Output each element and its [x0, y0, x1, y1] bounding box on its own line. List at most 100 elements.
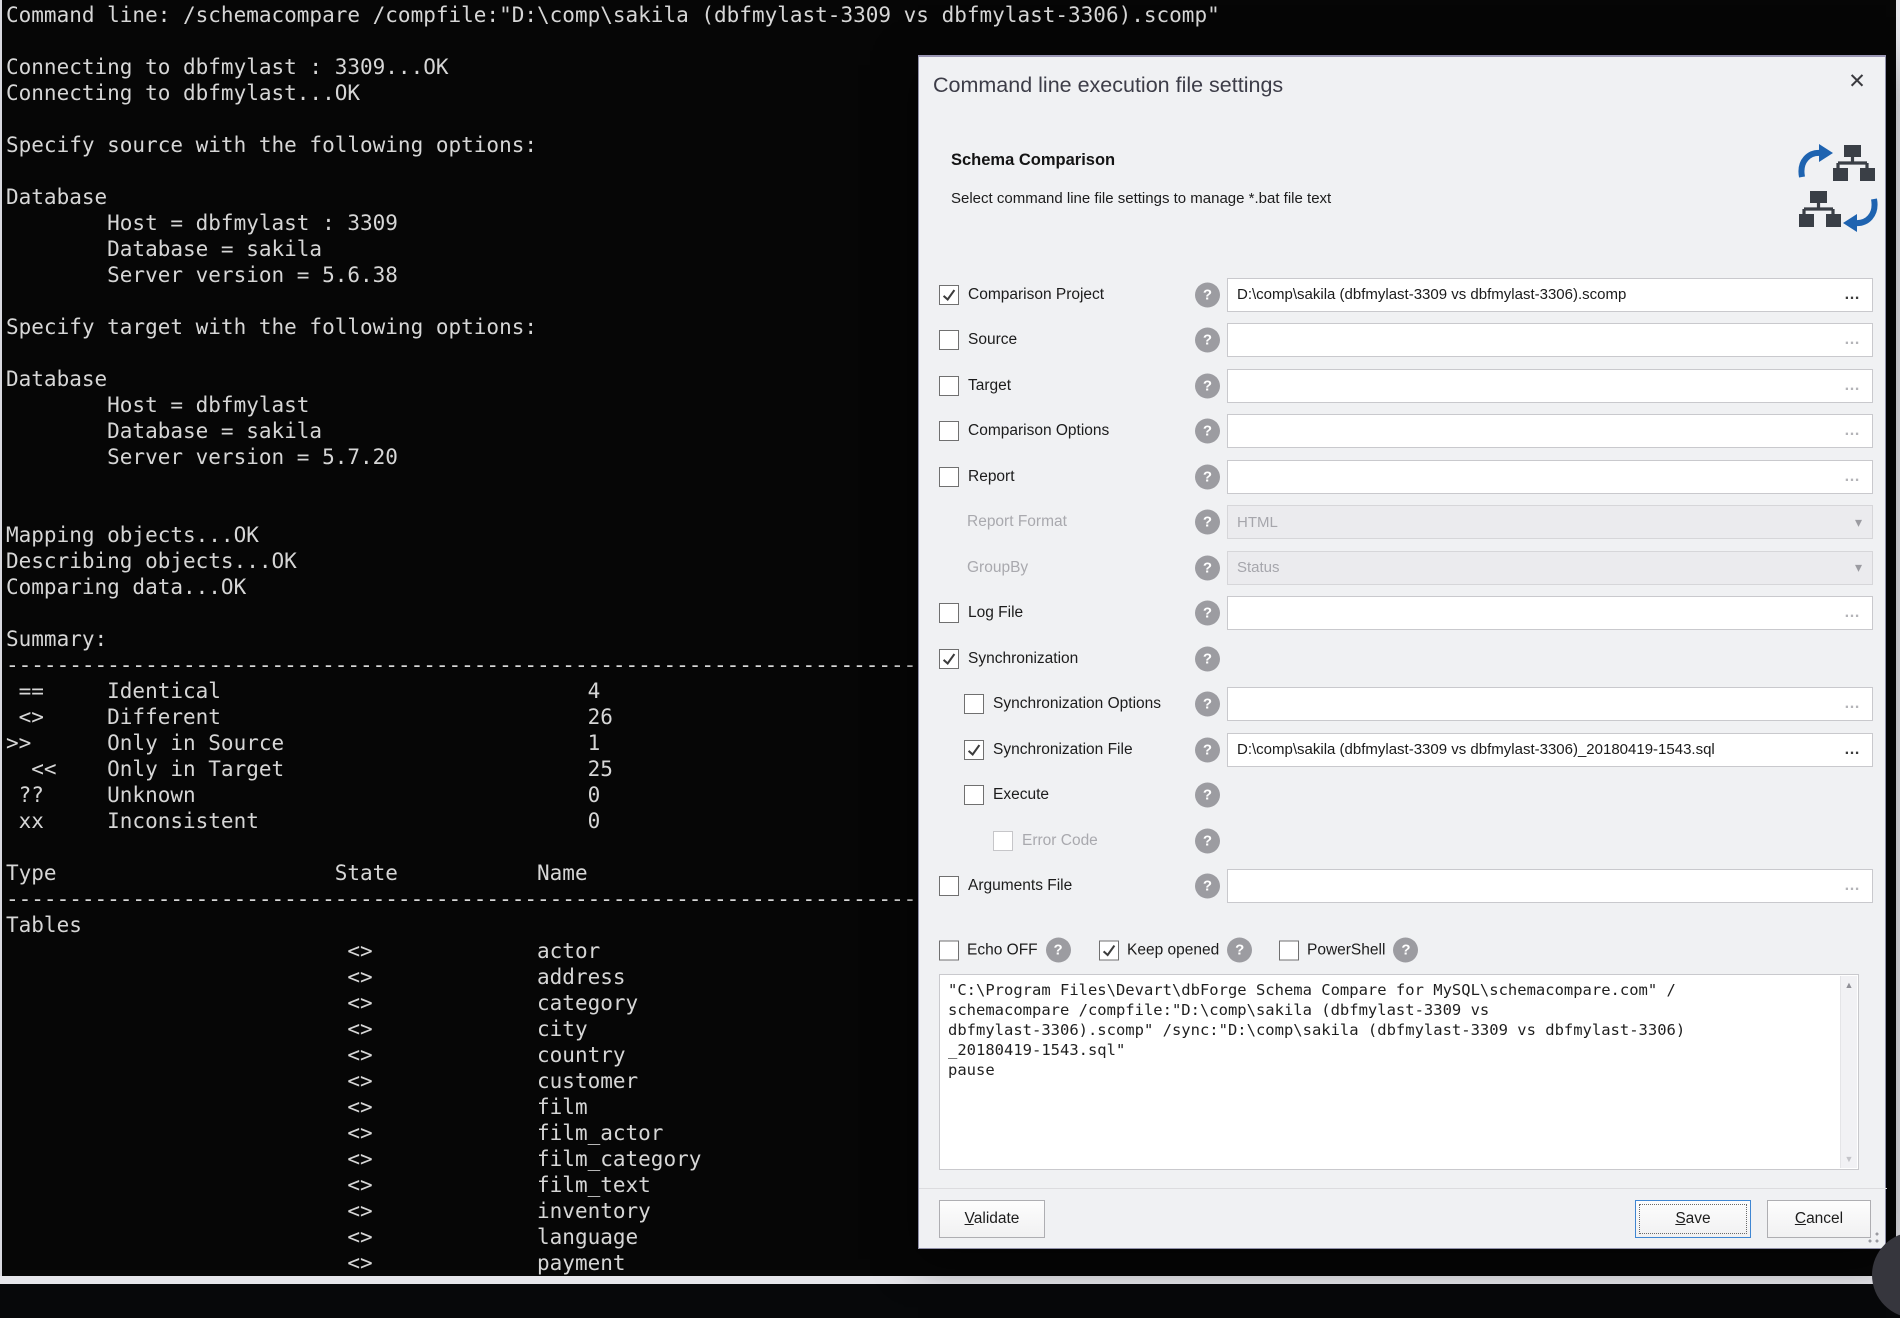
target-checkbox[interactable]: [939, 376, 959, 396]
resize-grip[interactable]: [1867, 1231, 1880, 1244]
execute-help-icon[interactable]: ?: [1195, 783, 1220, 808]
setting-row-execute: Execute?: [919, 773, 1887, 819]
report-format-label: Report Format: [967, 513, 1067, 531]
report-help-icon[interactable]: ?: [1195, 464, 1220, 489]
source-help-icon[interactable]: ?: [1195, 328, 1220, 353]
arguments-file-checkbox[interactable]: [939, 876, 959, 896]
execute-label: Execute: [993, 786, 1049, 804]
powershell-help-icon[interactable]: ?: [1393, 938, 1418, 963]
save-button[interactable]: Save: [1635, 1200, 1751, 1238]
echo-off-checkbox[interactable]: [939, 940, 959, 960]
echo-off-help-icon[interactable]: ?: [1046, 938, 1071, 963]
textarea-scrollbar[interactable]: ▲ ▼: [1840, 976, 1857, 1168]
report-browse-button[interactable]: …: [1833, 468, 1872, 486]
setting-row-groupby: GroupBy?Status▾: [919, 545, 1887, 591]
report-checkbox[interactable]: [939, 467, 959, 487]
source-input[interactable]: …: [1227, 323, 1873, 357]
comparison-options-label: Comparison Options: [968, 422, 1109, 440]
target-help-icon[interactable]: ?: [1195, 373, 1220, 398]
log-file-input[interactable]: …: [1227, 596, 1873, 630]
setting-row-arguments-file: Arguments File?…: [919, 864, 1887, 910]
inline-option-echo-off: Echo OFF?: [939, 938, 1071, 963]
inline-options-row: Echo OFF?Keep opened?PowerShell?: [919, 929, 1887, 971]
report-format-help-icon[interactable]: ?: [1195, 510, 1220, 535]
target-browse-button[interactable]: …: [1833, 377, 1872, 395]
synchronization-file-label: Synchronization File: [993, 741, 1133, 759]
setting-row-source: Source?…: [919, 318, 1887, 364]
command-line-settings-dialog: Command line execution file settings ✕ S…: [918, 55, 1886, 1249]
setting-row-log-file: Log File?…: [919, 591, 1887, 637]
frame-bottom-edge: [0, 1276, 1900, 1284]
scroll-down-icon[interactable]: ▼: [1845, 1154, 1854, 1168]
comparison-project-value: D:\comp\sakila (dbfmylast-3309 vs dbfmyl…: [1228, 286, 1833, 303]
report-format-dropdown: HTML▾: [1227, 505, 1873, 539]
keep-opened-help-icon[interactable]: ?: [1227, 938, 1252, 963]
dialog-title: Command line execution file settings: [933, 73, 1283, 98]
log-file-browse-button[interactable]: …: [1833, 604, 1872, 622]
comparison-project-help-icon[interactable]: ?: [1195, 282, 1220, 307]
comparison-project-browse-button[interactable]: …: [1833, 286, 1872, 304]
report-format-value: HTML: [1228, 514, 1845, 531]
source-browse-button[interactable]: …: [1833, 331, 1872, 349]
dialog-heading: Schema Comparison: [951, 151, 1115, 170]
setting-row-report: Report? …: [919, 454, 1887, 500]
comparison-options-input[interactable]: …: [1227, 414, 1873, 448]
log-file-help-icon[interactable]: ?: [1195, 601, 1220, 626]
comparison-options-checkbox[interactable]: [939, 421, 959, 441]
synchronization-file-value: D:\comp\sakila (dbfmylast-3309 vs dbfmyl…: [1228, 741, 1833, 758]
echo-off-label: Echo OFF: [967, 941, 1038, 959]
log-file-checkbox[interactable]: [939, 603, 959, 623]
synchronization-options-label: Synchronization Options: [993, 695, 1161, 713]
error-code-help-icon[interactable]: ?: [1195, 828, 1220, 853]
frame-right-edge: [1896, 0, 1900, 1284]
synchronization-options-checkbox[interactable]: [964, 694, 984, 714]
arguments-file-help-icon[interactable]: ?: [1195, 874, 1220, 899]
error-code-checkbox[interactable]: [993, 831, 1013, 851]
synchronization-options-browse-button[interactable]: …: [1833, 695, 1872, 713]
synchronization-help-icon[interactable]: ?: [1195, 646, 1220, 671]
comparison-options-help-icon[interactable]: ?: [1195, 419, 1220, 444]
report-format-dropdown-arrow-icon: ▾: [1845, 514, 1872, 531]
frame-left-edge: [0, 0, 2, 1284]
cancel-button[interactable]: Cancel: [1767, 1200, 1871, 1238]
synchronization-file-checkbox[interactable]: [964, 740, 984, 760]
comparison-project-checkbox[interactable]: [939, 285, 959, 305]
comparison-options-browse-button[interactable]: …: [1833, 422, 1872, 440]
target-input[interactable]: …: [1227, 369, 1873, 403]
schema-compare-icon: [1797, 141, 1879, 235]
validate-button[interactable]: Validate: [939, 1200, 1045, 1238]
synchronization-file-input[interactable]: D:\comp\sakila (dbfmylast-3309 vs dbfmyl…: [1227, 733, 1873, 767]
execute-checkbox[interactable]: [964, 785, 984, 805]
setting-row-report-format: Report Format? HTML▾: [919, 500, 1887, 546]
groupby-help-icon[interactable]: ?: [1195, 555, 1220, 580]
setting-row-synchronization: Synchronization?: [919, 636, 1887, 682]
synchronization-checkbox[interactable]: [939, 649, 959, 669]
comparison-project-label: Comparison Project: [968, 286, 1104, 304]
powershell-checkbox[interactable]: [1279, 940, 1299, 960]
comparison-project-input[interactable]: D:\comp\sakila (dbfmylast-3309 vs dbfmyl…: [1227, 278, 1873, 312]
synchronization-file-browse-button[interactable]: …: [1833, 741, 1872, 759]
setting-row-comparison-options: Comparison Options? …: [919, 409, 1887, 455]
settings-rows: Comparison Project? D:\comp\sakila (dbfmy…: [919, 272, 1887, 909]
keep-opened-checkbox[interactable]: [1099, 940, 1119, 960]
arguments-file-browse-button[interactable]: …: [1833, 877, 1872, 895]
groupby-dropdown: Status▾: [1227, 551, 1873, 585]
report-label: Report: [968, 468, 1015, 486]
close-button[interactable]: ✕: [1841, 65, 1873, 97]
report-input[interactable]: …: [1227, 460, 1873, 494]
source-checkbox[interactable]: [939, 330, 959, 350]
setting-row-target: Target? …: [919, 363, 1887, 409]
synchronization-options-help-icon[interactable]: ?: [1195, 692, 1220, 717]
groupby-value: Status: [1228, 559, 1845, 576]
synchronization-file-help-icon[interactable]: ?: [1195, 737, 1220, 762]
arguments-file-input[interactable]: …: [1227, 869, 1873, 903]
keep-opened-label: Keep opened: [1127, 941, 1219, 959]
target-label: Target: [968, 377, 1011, 395]
powershell-label: PowerShell: [1307, 941, 1385, 959]
scroll-up-icon[interactable]: ▲: [1845, 976, 1854, 990]
bat-file-text-area[interactable]: "C:\Program Files\Devart\dbForge Schema …: [939, 974, 1859, 1170]
synchronization-options-input[interactable]: …: [1227, 687, 1873, 721]
groupby-dropdown-arrow-icon: ▾: [1845, 559, 1872, 576]
setting-row-error-code: Error Code?: [919, 818, 1887, 864]
inline-option-keep-opened: Keep opened?: [1099, 938, 1252, 963]
